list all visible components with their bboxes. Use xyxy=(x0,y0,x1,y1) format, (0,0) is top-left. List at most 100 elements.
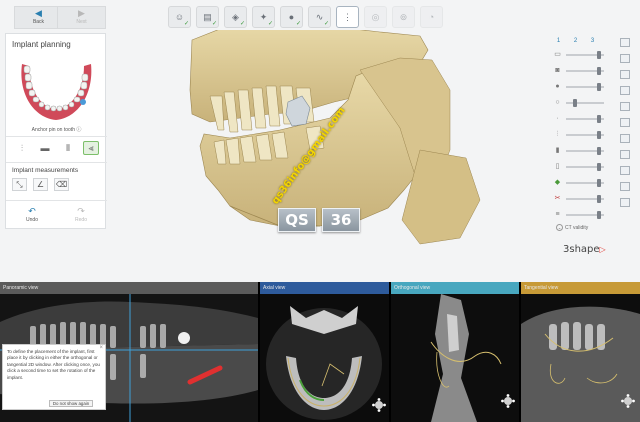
layer-toggle-10[interactable] xyxy=(620,182,630,191)
angle-tool-icon[interactable]: ∠ xyxy=(33,178,48,191)
axial-view[interactable]: Axial view xyxy=(260,282,389,422)
divider xyxy=(6,136,107,137)
opacity-slider-row[interactable]: ▭ xyxy=(553,50,609,60)
panel-title: Implant planning xyxy=(12,40,71,49)
workflow-step-patient[interactable]: ☺ xyxy=(168,6,191,28)
workflow-step-implant[interactable]: ⋮ xyxy=(336,6,359,28)
import-icon: ◈ xyxy=(232,11,239,22)
axial-image[interactable] xyxy=(260,294,389,422)
green-layer-slider-row[interactable]: ◆ xyxy=(553,178,609,188)
guide-slider-row[interactable]: ▮ xyxy=(553,146,609,156)
panoramic-view-header: Panoramic view xyxy=(0,282,258,294)
chevron-down-icon: ⌄ xyxy=(556,224,563,231)
soft-tissue-slider-row[interactable]: ○ xyxy=(553,98,609,108)
do-not-show-again-button[interactable]: Do not show again xyxy=(49,400,93,407)
layer-toggle-4[interactable] xyxy=(620,86,630,95)
axial-view-header: Axial view xyxy=(260,282,389,294)
sleeve-layer-icon: ▯ xyxy=(555,163,560,170)
dental-arch-icon[interactable] xyxy=(14,54,99,124)
next-label: Next xyxy=(76,19,87,25)
ct-validity-label: CT validity xyxy=(565,224,589,231)
export-icon: ◔ xyxy=(428,12,435,22)
arrow-right-icon: ▶ xyxy=(78,8,85,18)
orthogonal-view[interactable]: Orthogonal view xyxy=(391,282,519,422)
implant-layer-icon: ⫶ xyxy=(556,131,559,138)
workflow-step-tooth[interactable]: ● xyxy=(280,6,303,28)
layer-toggle-1[interactable] xyxy=(620,38,630,47)
distance-tool-icon[interactable]: ⤡ xyxy=(12,178,27,191)
workflow-step-import[interactable]: ◈ xyxy=(224,6,247,28)
layer-toggle-8[interactable] xyxy=(620,150,630,159)
back-label: Back xyxy=(32,19,45,25)
nerve-icon: ∿ xyxy=(315,11,324,22)
orientation-cube-icon[interactable] xyxy=(501,394,515,408)
ruler-icon: ≡ xyxy=(555,211,560,218)
pin-icon: ✂ xyxy=(554,195,561,202)
watermark-box-36: 36 xyxy=(322,208,360,232)
implant-icon: ⋮ xyxy=(343,11,352,22)
measurements-title: Implant measurements xyxy=(12,167,79,174)
view-tab-3[interactable]: 3 xyxy=(587,36,598,47)
undo-button[interactable]: ↶ Undo xyxy=(7,206,57,223)
3d-viewport[interactable] xyxy=(120,30,540,280)
close-icon[interactable]: × xyxy=(99,345,103,351)
implant-slider-row[interactable]: ⫶ xyxy=(553,130,609,140)
sleeve-slider-row[interactable]: ▯ xyxy=(553,162,609,172)
implant-tool-icon[interactable]: ⫶ xyxy=(14,141,30,155)
nerve-slider-row[interactable]: · xyxy=(553,114,609,124)
back-button[interactable]: ◀ Back xyxy=(14,6,63,29)
layer-toggle-2[interactable] xyxy=(620,54,630,63)
orientation-cube-icon[interactable] xyxy=(372,398,386,412)
layer-icon: ▭ xyxy=(554,51,561,58)
align-icon: ✦ xyxy=(259,11,268,22)
sphere-icon: ● xyxy=(555,83,560,90)
sleeve-tool-icon[interactable]: ▬ xyxy=(37,141,53,155)
workflow-step-sleeve[interactable]: ⊚ xyxy=(392,6,415,28)
sleeve-icon: ⊚ xyxy=(399,11,408,22)
view-tab-2[interactable]: 2 xyxy=(570,36,581,47)
divider xyxy=(6,162,107,163)
implant-tools: ⫶ ▬ ⫴ ⫷ xyxy=(14,141,99,155)
dot-icon: · xyxy=(556,115,559,122)
workflow-step-nerve[interactable]: ∿ xyxy=(308,6,331,28)
measurement-tools: ⤡ ∠ ⌫ xyxy=(12,178,69,191)
layer-toggle-7[interactable] xyxy=(620,134,630,143)
patient-icon: ☺ xyxy=(174,12,185,22)
layer-toggle-6[interactable] xyxy=(620,118,630,127)
anchor-pin-option[interactable]: Anchor pin on tooth ⓘ xyxy=(6,126,107,133)
arrow-left-icon: ◀ xyxy=(35,8,42,18)
orientation-cube-icon[interactable] xyxy=(621,394,635,408)
abutment-tool-icon[interactable]: ⫴ xyxy=(60,141,76,155)
brand-triangle-icon: ▷ xyxy=(599,245,606,254)
clear-measure-icon[interactable]: ⌫ xyxy=(54,178,69,191)
redo-button[interactable]: ↷ Redo xyxy=(56,206,106,223)
ruler-slider-row[interactable]: ≡ xyxy=(553,210,609,220)
tooltip-text: To define the placement of the implant, … xyxy=(7,349,100,380)
anchor-label: Anchor pin on tooth xyxy=(31,127,75,133)
workflow-step-export[interactable]: ◔ xyxy=(420,6,443,28)
guided-implant-tool-icon[interactable]: ⫷ xyxy=(83,141,99,155)
layer-toggle-5[interactable] xyxy=(620,102,630,111)
view-tabs: 1 2 3 xyxy=(553,36,598,47)
tangential-view[interactable]: Tangential view xyxy=(521,282,640,422)
workflow-step-align[interactable]: ✦ xyxy=(252,6,275,28)
panoramic-view[interactable]: Panoramic view × To define the placement… xyxy=(0,282,258,422)
placement-tooltip: × To define the placement of the implant… xyxy=(2,344,106,410)
divider xyxy=(6,200,107,201)
undo-label: Undo xyxy=(26,217,38,223)
teeth-slider-row[interactable]: ◙ xyxy=(553,66,609,76)
ct-validity-toggle[interactable]: ⌄ CT validity xyxy=(556,224,588,231)
ct-slider-row[interactable]: ● xyxy=(553,82,609,92)
workflow-step-guide[interactable]: ◎ xyxy=(364,6,387,28)
orthogonal-image[interactable] xyxy=(391,294,519,422)
layer-toggle-11[interactable] xyxy=(620,198,630,207)
view-tab-1[interactable]: 1 xyxy=(553,36,564,47)
pin-slider-row[interactable]: ✂ xyxy=(553,194,609,204)
redo-icon: ↷ xyxy=(77,206,85,216)
watermark-box-qs: QS xyxy=(278,208,316,232)
layer-toggle-9[interactable] xyxy=(620,166,630,175)
next-button[interactable]: ▶ Next xyxy=(57,6,106,29)
layer-toggle-3[interactable] xyxy=(620,70,630,79)
workflow-bar: ☺ ▤ ◈ ✦ ● ∿ ⋮ ◎ ⊚ ◔ xyxy=(168,6,443,28)
workflow-step-scan[interactable]: ▤ xyxy=(196,6,219,28)
